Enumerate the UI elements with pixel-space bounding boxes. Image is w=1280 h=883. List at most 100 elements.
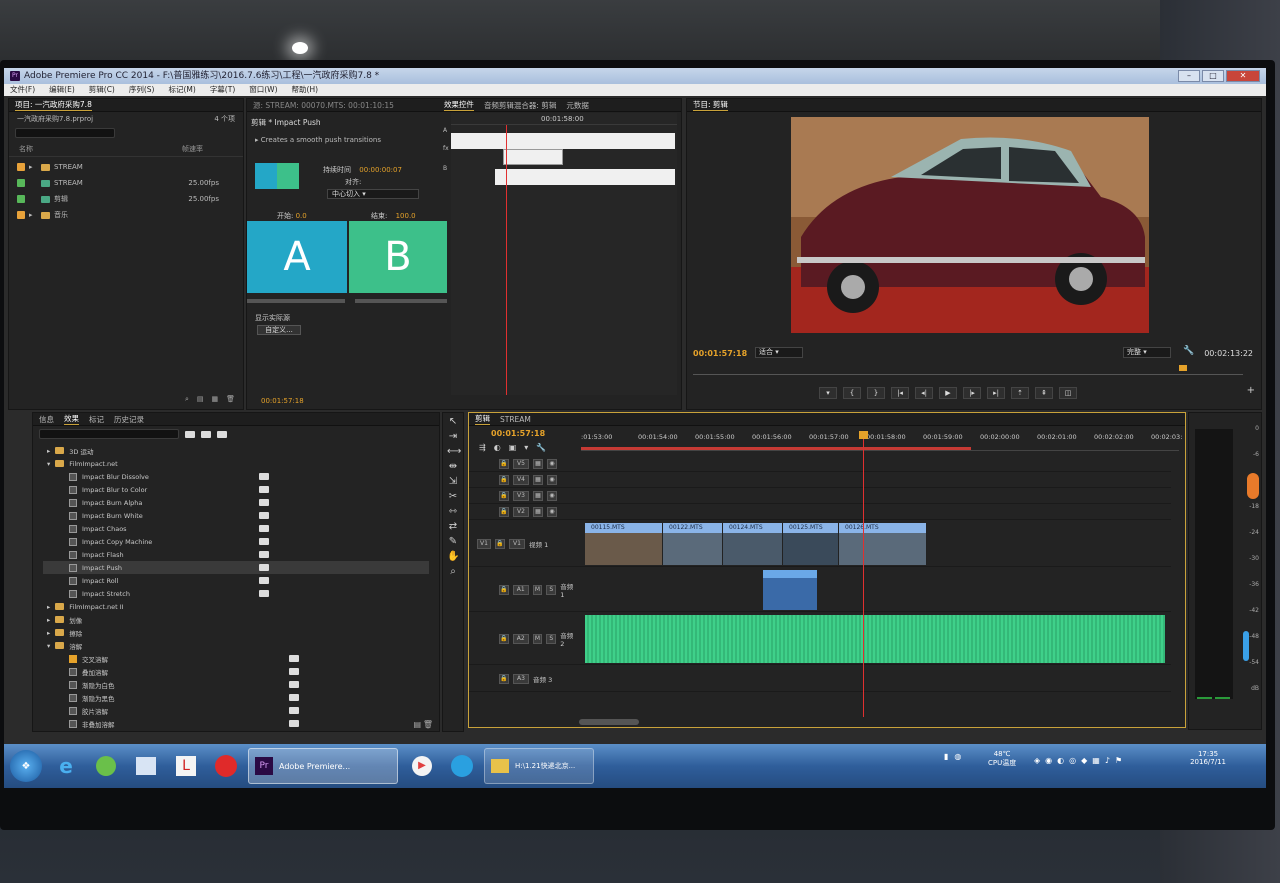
expand-arrow-icon[interactable]: ▸ bbox=[47, 616, 50, 624]
wrench-icon[interactable]: 🔧 bbox=[1183, 346, 1194, 356]
maximize-button[interactable]: □ bbox=[1202, 70, 1224, 82]
show-source[interactable]: 显示实际源 bbox=[255, 313, 290, 323]
lock-icon[interactable]: 🔒 bbox=[499, 633, 509, 644]
lock-icon[interactable]: 🔒 bbox=[499, 475, 509, 485]
rolling-edit-tool-icon[interactable]: ⇹ bbox=[447, 461, 459, 473]
audio-clip[interactable] bbox=[763, 570, 817, 610]
cpu-temp[interactable]: 48℃ CPU温度 bbox=[988, 750, 1016, 768]
project-item[interactable]: ▸ STREAM bbox=[17, 159, 235, 175]
track-target-button[interactable]: V1 bbox=[509, 538, 525, 549]
tab-metadata[interactable]: 元数据 bbox=[566, 100, 589, 111]
project-item[interactable]: STREAM 25.00fps bbox=[17, 175, 235, 191]
player-icon[interactable]: ▶ bbox=[406, 750, 438, 782]
label-color-swatch[interactable] bbox=[17, 163, 25, 171]
effects-folder[interactable]: ▸ 划像 bbox=[43, 613, 429, 626]
effect-item[interactable]: Impact Blur to Color bbox=[43, 483, 429, 496]
timeline-scrollbar[interactable] bbox=[579, 719, 639, 725]
export-frame-button[interactable]: ◫ bbox=[1059, 387, 1077, 399]
zoom-tool-icon[interactable]: ⌕ bbox=[447, 566, 459, 578]
solo-button[interactable]: S bbox=[546, 584, 557, 595]
effect-item[interactable]: Impact Flash bbox=[43, 548, 429, 561]
snap-icon[interactable]: ⇶ bbox=[479, 443, 486, 452]
slip-tool-icon[interactable]: ⇿ bbox=[447, 506, 459, 518]
lift-button[interactable]: ⇡ bbox=[1011, 387, 1029, 399]
slider-end[interactable] bbox=[355, 299, 447, 303]
extract-button[interactable]: ⇞ bbox=[1035, 387, 1053, 399]
explorer-icon[interactable] bbox=[130, 750, 162, 782]
step-back-button[interactable]: ◂| bbox=[915, 387, 933, 399]
tray-icon-1[interactable]: ◍ bbox=[954, 752, 961, 761]
meter-overlay-handle[interactable] bbox=[1247, 473, 1259, 499]
tab-audio-mixer[interactable]: 音频剪辑混合器: 剪辑 bbox=[484, 100, 556, 111]
col-name[interactable]: 名称 bbox=[19, 144, 33, 154]
taskbar-premiere[interactable]: Pr Adobe Premiere... bbox=[248, 748, 398, 784]
effect-item[interactable]: 非叠加溶解 bbox=[43, 717, 429, 730]
hand-tool-icon[interactable]: ✋ bbox=[447, 551, 459, 563]
expand-arrow-icon[interactable]: ▸ bbox=[29, 163, 37, 171]
tab-markers[interactable]: 标记 bbox=[89, 414, 104, 425]
menu-edit[interactable]: 编辑(E) bbox=[49, 84, 75, 96]
tray-icon-5[interactable]: ◎ bbox=[1069, 756, 1076, 765]
tray-icon-4[interactable]: ◐ bbox=[1057, 756, 1064, 765]
menu-sequence[interactable]: 序列(S) bbox=[129, 84, 155, 96]
menu-clip[interactable]: 剪辑(C) bbox=[89, 84, 115, 96]
netease-music-icon[interactable] bbox=[210, 750, 242, 782]
lock-icon[interactable]: 🔒 bbox=[495, 538, 505, 549]
solo-button[interactable]: S bbox=[546, 633, 557, 644]
effects-folder[interactable]: ▸ 擦除 bbox=[43, 626, 429, 639]
battery-icon[interactable]: ▮ bbox=[944, 752, 948, 761]
project-item[interactable]: ▸ 音乐 bbox=[17, 207, 235, 223]
sync-icon[interactable]: ▦ bbox=[533, 491, 543, 501]
effects-folder[interactable]: ▾ FilmImpact.net bbox=[43, 457, 429, 470]
eye-icon[interactable]: ◉ bbox=[547, 475, 557, 485]
collapse-arrow-icon[interactable]: ▾ bbox=[47, 642, 50, 650]
effect-item[interactable]: Impact Roll bbox=[43, 574, 429, 587]
track-target-button[interactable]: V4 bbox=[513, 475, 529, 485]
program-playhead[interactable] bbox=[1179, 365, 1187, 371]
meter-scroll[interactable] bbox=[1243, 631, 1249, 661]
start-value[interactable]: 0.0 bbox=[296, 212, 307, 220]
track-select-tool-icon[interactable]: ⇥ bbox=[447, 431, 459, 443]
col-fps[interactable]: 帧速率 bbox=[182, 144, 203, 154]
search-icon[interactable]: ⌕ bbox=[185, 395, 189, 407]
label-color-swatch[interactable] bbox=[17, 211, 25, 219]
duration-value[interactable]: 00:00:00:07 bbox=[359, 166, 402, 174]
sync-icon[interactable]: ▦ bbox=[533, 507, 543, 517]
transition-thumbnail[interactable] bbox=[255, 163, 299, 189]
work-area-bar[interactable] bbox=[581, 447, 971, 450]
step-forward-button[interactable]: |▸ bbox=[963, 387, 981, 399]
project-search-input[interactable] bbox=[15, 128, 115, 138]
track-target-button[interactable]: V2 bbox=[513, 507, 529, 517]
add-button-icon[interactable]: + bbox=[1247, 385, 1255, 396]
add-marker-icon[interactable]: ▣ bbox=[509, 443, 517, 452]
cloud-icon[interactable] bbox=[446, 750, 478, 782]
menu-title[interactable]: 字幕(T) bbox=[210, 84, 235, 96]
marker-icon[interactable]: ▾ bbox=[524, 443, 528, 452]
lock-icon[interactable]: 🔒 bbox=[499, 491, 509, 501]
effect-item[interactable]: Impact Stretch bbox=[43, 587, 429, 600]
track-target-button[interactable]: V5 bbox=[513, 459, 529, 469]
app-icon[interactable]: L bbox=[170, 750, 202, 782]
volume-icon[interactable]: ♪ bbox=[1105, 756, 1110, 765]
quality-select[interactable]: 完整 ▾ bbox=[1123, 347, 1171, 358]
linked-icon[interactable]: ◐ bbox=[494, 443, 501, 452]
track-target-button[interactable]: A1 bbox=[512, 584, 529, 595]
effect-item[interactable]: 渐隐为黑色 bbox=[43, 691, 429, 704]
expand-arrow-icon[interactable]: ▸ bbox=[47, 629, 50, 637]
video-clip[interactable]: 00115.MTS bbox=[585, 523, 663, 565]
add-marker-button[interactable]: ▾ bbox=[819, 387, 837, 399]
effect-item[interactable]: Impact Push bbox=[43, 561, 429, 574]
effect-item[interactable]: Impact Chaos bbox=[43, 522, 429, 535]
program-scrubber[interactable] bbox=[693, 365, 1243, 375]
tray-icon-3[interactable]: ◉ bbox=[1045, 756, 1052, 765]
rate-stretch-tool-icon[interactable]: ⇲ bbox=[447, 476, 459, 488]
eye-icon[interactable]: ◉ bbox=[547, 491, 557, 501]
effects-folder[interactable]: ▸ FilmImpact.net II bbox=[43, 600, 429, 613]
effects-folder[interactable]: ▸ 3D 运动 bbox=[43, 444, 429, 457]
music-audio-clip[interactable] bbox=[585, 615, 1165, 663]
go-to-in-button[interactable]: |◂ bbox=[891, 387, 909, 399]
fit-select[interactable]: 适合 ▾ bbox=[755, 347, 803, 358]
custom-button[interactable]: 自定义... bbox=[257, 325, 301, 335]
yuv-filter-icon[interactable] bbox=[217, 430, 227, 438]
32bit-filter-icon[interactable] bbox=[201, 430, 211, 438]
